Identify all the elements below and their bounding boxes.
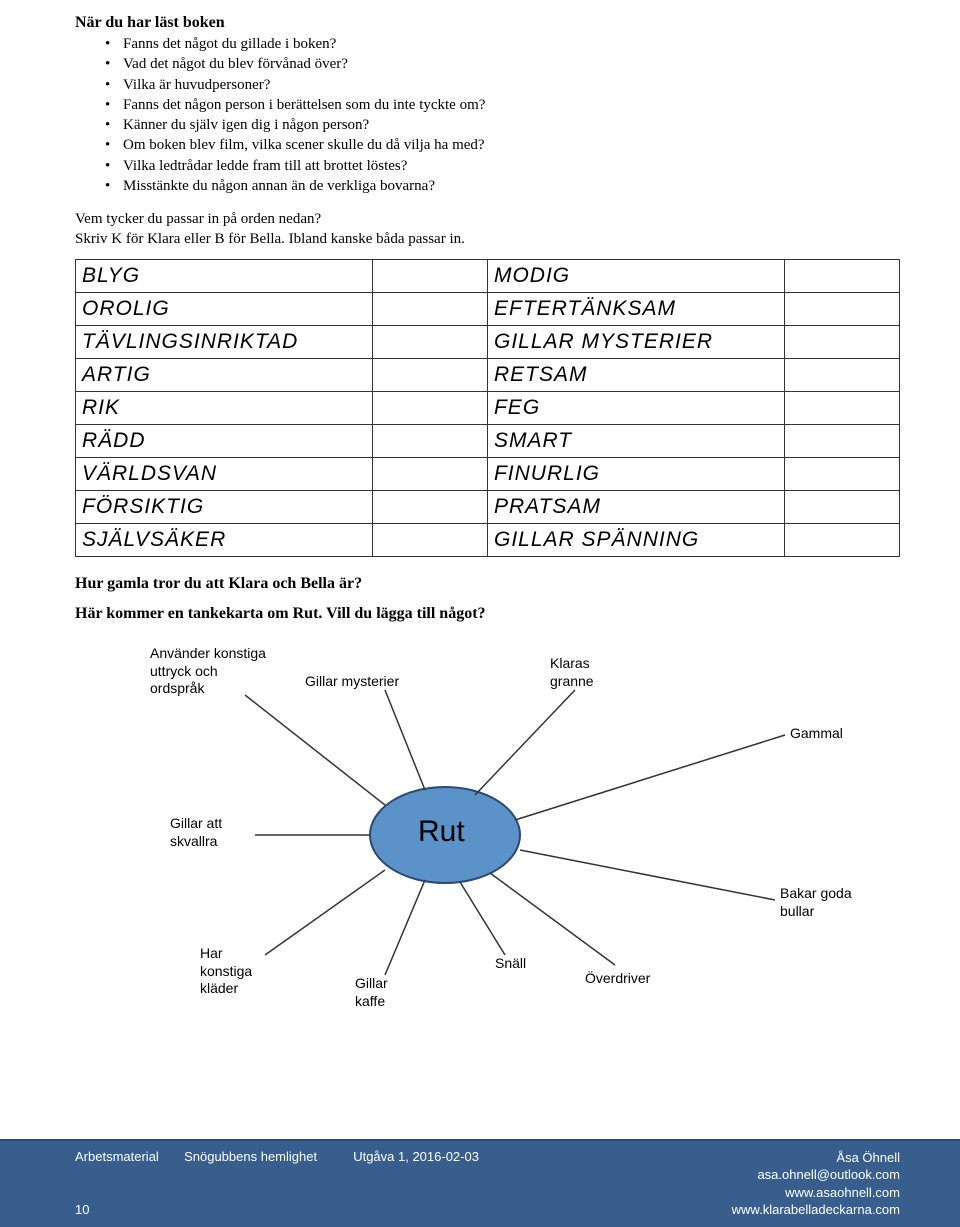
answer-cell-right[interactable] — [784, 458, 899, 491]
footer-email: asa.ohnell@outlook.com — [732, 1166, 900, 1184]
word-cell-left: ARTIG — [76, 359, 373, 392]
answer-cell-left[interactable] — [372, 491, 487, 524]
section-heading: När du har läst boken — [75, 14, 900, 32]
mindmap-diagram: Rut Använder konstiga uttryck och ordspr… — [75, 635, 900, 1015]
word-cell-left: BLYG — [76, 260, 373, 293]
word-cell-right: GILLAR SPÄNNING — [487, 524, 784, 557]
word-cell-right: FINURLIG — [487, 458, 784, 491]
word-cell-right: SMART — [487, 425, 784, 458]
mindmap-label-overdriver: Överdriver — [585, 970, 650, 988]
mindmap-center: Rut — [418, 815, 465, 849]
mindmap-label-snall: Snäll — [495, 955, 526, 973]
question-line-1: Vem tycker du passar in på orden nedan? — [75, 210, 900, 230]
footer-url2: www.klarabelladeckarna.com — [732, 1201, 900, 1219]
answer-cell-right[interactable] — [784, 359, 899, 392]
bullet-item: Vilka ledtrådar ledde fram till att brot… — [105, 156, 900, 176]
bullet-item: Vad det något du blev förvånad över? — [105, 54, 900, 74]
mindmap-label-mysteries: Gillar mysterier — [305, 673, 399, 691]
mindmap-label-klader: Har konstiga kläder — [200, 945, 252, 998]
word-cell-left: TÄVLINGSINRIKTAD — [76, 326, 373, 359]
mindmap-intro: Här kommer en tankekarta om Rut. Vill du… — [75, 605, 900, 623]
table-row: VÄRLDSVAN FINURLIG — [76, 458, 900, 491]
mindmap-label-skvallra: Gillar att skvallra — [170, 815, 222, 850]
answer-cell-left[interactable] — [372, 293, 487, 326]
word-cell-right: PRATSAM — [487, 491, 784, 524]
table-row: TÄVLINGSINRIKTAD GILLAR MYSTERIER — [76, 326, 900, 359]
bullet-item: Misstänkte du någon annan än de verkliga… — [105, 176, 900, 196]
answer-cell-right[interactable] — [784, 392, 899, 425]
question-line-2: Skriv K för Klara eller B för Bella. Ibl… — [75, 230, 900, 250]
word-cell-right: RETSAM — [487, 359, 784, 392]
word-cell-left: FÖRSIKTIG — [76, 491, 373, 524]
word-cell-right: EFTERTÄNKSAM — [487, 293, 784, 326]
bullet-item: Fanns det någon person i berättelsen som… — [105, 95, 900, 115]
word-cell-left: OROLIG — [76, 293, 373, 326]
footer-left: Arbetsmaterial Snögubbens hemlighet Utgå… — [75, 1149, 479, 1164]
age-question: Hur gamla tror du att Klara och Bella är… — [75, 575, 900, 593]
answer-cell-right[interactable] — [784, 260, 899, 293]
bullet-list: Fanns det något du gillade i boken?Vad d… — [75, 34, 900, 196]
word-cell-left: SJÄLVSÄKER — [76, 524, 373, 557]
page-number: 10 — [75, 1202, 89, 1217]
question-block: Vem tycker du passar in på orden nedan? … — [75, 210, 900, 249]
mindmap-label-bullar: Bakar goda bullar — [780, 885, 852, 920]
answer-cell-left[interactable] — [372, 326, 487, 359]
answer-cell-right[interactable] — [784, 326, 899, 359]
answer-cell-left[interactable] — [372, 260, 487, 293]
table-row: BLYG MODIG — [76, 260, 900, 293]
page-footer: Arbetsmaterial Snögubbens hemlighet Utgå… — [0, 1139, 960, 1227]
footer-url1: www.asaohnell.com — [732, 1184, 900, 1202]
word-cell-right: GILLAR MYSTERIER — [487, 326, 784, 359]
word-cell-right: FEG — [487, 392, 784, 425]
word-cell-left: RIK — [76, 392, 373, 425]
word-cell-right: MODIG — [487, 260, 784, 293]
table-row: OROLIG EFTERTÄNKSAM — [76, 293, 900, 326]
footer-right: Åsa Öhnell asa.ohnell@outlook.com www.as… — [732, 1149, 900, 1219]
mindmap-label-expressions: Använder konstiga uttryck och ordspråk — [150, 645, 266, 698]
footer-author: Åsa Öhnell — [732, 1149, 900, 1167]
answer-cell-right[interactable] — [784, 425, 899, 458]
table-row: SJÄLVSÄKER GILLAR SPÄNNING — [76, 524, 900, 557]
bullet-item: Fanns det något du gillade i boken? — [105, 34, 900, 54]
answer-cell-right[interactable] — [784, 491, 899, 524]
answer-cell-left[interactable] — [372, 425, 487, 458]
bullet-item: Om boken blev film, vilka scener skulle … — [105, 135, 900, 155]
mindmap-label-granne: Klaras granne — [550, 655, 594, 690]
table-row: ARTIG RETSAM — [76, 359, 900, 392]
table-row: RÄDD SMART — [76, 425, 900, 458]
answer-cell-right[interactable] — [784, 293, 899, 326]
table-row: RIK FEG — [76, 392, 900, 425]
bullet-item: Vilka är huvudpersoner? — [105, 75, 900, 95]
mindmap-label-gammal: Gammal — [790, 725, 843, 743]
answer-cell-left[interactable] — [372, 392, 487, 425]
bullet-item: Känner du själv igen dig i någon person? — [105, 115, 900, 135]
word-cell-left: VÄRLDSVAN — [76, 458, 373, 491]
answer-cell-left[interactable] — [372, 359, 487, 392]
answer-cell-left[interactable] — [372, 458, 487, 491]
answer-cell-left[interactable] — [372, 524, 487, 557]
words-table: BLYGMODIGOROLIGEFTERTÄNKSAMTÄVLINGSINRIK… — [75, 259, 900, 557]
answer-cell-right[interactable] — [784, 524, 899, 557]
table-row: FÖRSIKTIG PRATSAM — [76, 491, 900, 524]
word-cell-left: RÄDD — [76, 425, 373, 458]
mindmap-label-kaffe: Gillar kaffe — [355, 975, 388, 1010]
